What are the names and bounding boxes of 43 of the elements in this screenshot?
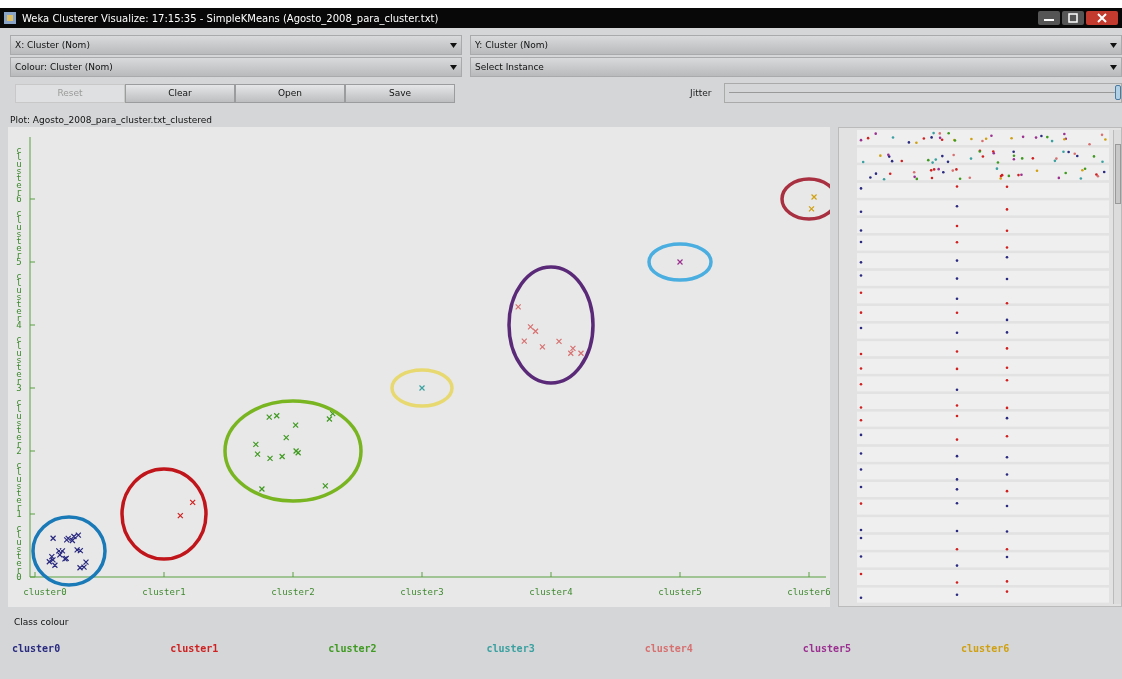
legend-label: cluster0	[12, 643, 61, 654]
minimize-icon[interactable]	[1038, 11, 1060, 25]
y-tick-label: cluster1	[16, 460, 22, 519]
legend-label: cluster6	[961, 643, 1010, 654]
slider-thumb[interactable]	[1115, 85, 1121, 100]
window-title: Weka Clusterer Visualize: 17:15:35 - SimpleKMeans (Agosto_2008_para_cluster.txt)	[22, 12, 440, 24]
y-tick-label: cluster6	[16, 145, 22, 204]
dropdown[interactable]: Select Instance	[470, 57, 1122, 77]
x-tick-label: cluster4	[529, 587, 573, 597]
dropdown[interactable]: Colour: Cluster (Nom)	[10, 57, 462, 77]
legend-title: Class colour	[13, 616, 70, 627]
y-tick-label: cluster3	[16, 334, 22, 393]
close-icon[interactable]	[1086, 11, 1118, 25]
x-tick-label: cluster0	[23, 587, 67, 597]
caret-icon	[450, 64, 457, 70]
x-tick-label: cluster2	[271, 587, 315, 597]
jitter-label: Jitter	[690, 88, 713, 98]
app-icon	[4, 12, 16, 24]
legend-label: cluster2	[328, 643, 377, 654]
maximize-icon[interactable]	[1062, 11, 1084, 25]
y-tick-label: cluster4	[16, 271, 22, 330]
caret-icon	[1110, 64, 1117, 70]
x-tick-label: cluster5	[658, 587, 702, 597]
caret-icon	[1110, 42, 1117, 48]
legend-label: cluster1	[170, 643, 219, 654]
jitter-slider[interactable]	[724, 83, 1122, 103]
y-tick-label: cluster0	[16, 523, 22, 582]
scrollbar[interactable]	[1112, 130, 1121, 604]
toolbar-button[interactable]: Clear	[125, 83, 235, 103]
x-tick-label: cluster3	[400, 587, 444, 597]
y-tick-label: cluster2	[16, 397, 22, 456]
caret-icon	[450, 42, 457, 48]
plot-title: Plot: Agosto_2008_para_cluster.txt_clustered	[9, 114, 213, 127]
legend-label: cluster3	[486, 643, 535, 654]
legend-label: cluster4	[644, 643, 693, 654]
dropdown[interactable]: X: Cluster (Nom)	[10, 35, 462, 55]
legend-label: cluster5	[802, 643, 852, 654]
x-tick-label: cluster1	[142, 587, 186, 597]
dropdown[interactable]: Y: Cluster (Nom)	[470, 35, 1122, 55]
x-tick-label: cluster6	[787, 587, 830, 597]
toolbar-button[interactable]: Open	[235, 83, 345, 103]
y-tick-label: cluster5	[16, 208, 22, 267]
toolbar-button[interactable]: Save	[345, 83, 455, 103]
